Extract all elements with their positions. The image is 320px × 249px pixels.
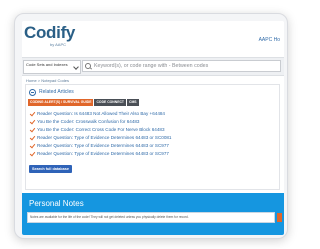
breadcrumb[interactable]: Home > Notepad Codes	[26, 78, 69, 83]
logo-byline: by AAPC	[50, 42, 67, 47]
app-screen: Codify by AAPC AAPC Ho Code Sets and Ind…	[22, 21, 284, 235]
article-link[interactable]: You Be the Coder: Crosswalk Confusion fo…	[37, 118, 139, 125]
tab-code-connect[interactable]: CODE CONNECT	[94, 99, 126, 106]
stage: Codify by AAPC AAPC Ho Code Sets and Ind…	[0, 0, 300, 249]
article-tabs: CODING ALERT(S) / SURVIVAL GUIDE CODE CON…	[28, 99, 139, 106]
tab-coding-alerts[interactable]: CODING ALERT(S) / SURVIVAL GUIDE	[28, 99, 94, 106]
search-icon	[85, 63, 91, 69]
checkmark-icon	[29, 142, 36, 149]
codify-logo[interactable]: Codify by AAPC	[24, 23, 76, 48]
logo-wordmark: Codify	[24, 23, 76, 42]
checkmark-icon	[29, 118, 36, 125]
checkmark-icon	[29, 150, 36, 157]
tablet-frame: Codify by AAPC AAPC Ho Code Sets and Ind…	[14, 13, 288, 239]
notes-text: Notes are available for the life of the …	[30, 215, 189, 219]
search-bar: Code Sets and Indexes	[22, 57, 284, 76]
aapc-home-link[interactable]: AAPC Ho	[259, 37, 280, 43]
search-full-database-button[interactable]: Search full database	[29, 165, 72, 173]
checkmark-icon	[29, 110, 36, 117]
search-input[interactable]	[82, 60, 281, 72]
personal-notes-section: Personal Notes Notes are available for t…	[22, 193, 284, 235]
related-articles-panel: Related Articles CODING ALERT(S) / SURVI…	[25, 84, 280, 190]
code-set-select[interactable]: Code Sets and Indexes	[23, 60, 81, 74]
article-link[interactable]: Reader Question: Type of Evidence Determ…	[37, 150, 169, 157]
notes-accent-tab[interactable]	[277, 213, 282, 222]
checkmark-icon	[29, 134, 36, 141]
checkmark-icon	[29, 126, 36, 133]
tab-cms[interactable]: CMS	[127, 99, 139, 106]
app-header: Codify by AAPC AAPC Ho	[22, 21, 284, 57]
article-link[interactable]: You Be the Coder: Correct Cross Code For…	[37, 126, 165, 133]
article-link[interactable]: Reader Question: Type of Evidence Determ…	[37, 142, 169, 149]
code-set-select-label: Code Sets and Indexes	[26, 62, 68, 67]
related-articles-title: Related Articles	[39, 89, 74, 95]
article-link[interactable]: Reader Question: Is 64483 Not Allowed Th…	[37, 110, 165, 117]
collapse-minus-icon[interactable]	[29, 89, 36, 96]
article-link[interactable]: Reader Question: Type of Evidence Determ…	[37, 134, 172, 141]
chevron-down-icon	[73, 64, 79, 70]
personal-notes-title: Personal Notes	[29, 199, 84, 208]
notes-textbox[interactable]: Notes are available for the life of the …	[27, 212, 275, 223]
